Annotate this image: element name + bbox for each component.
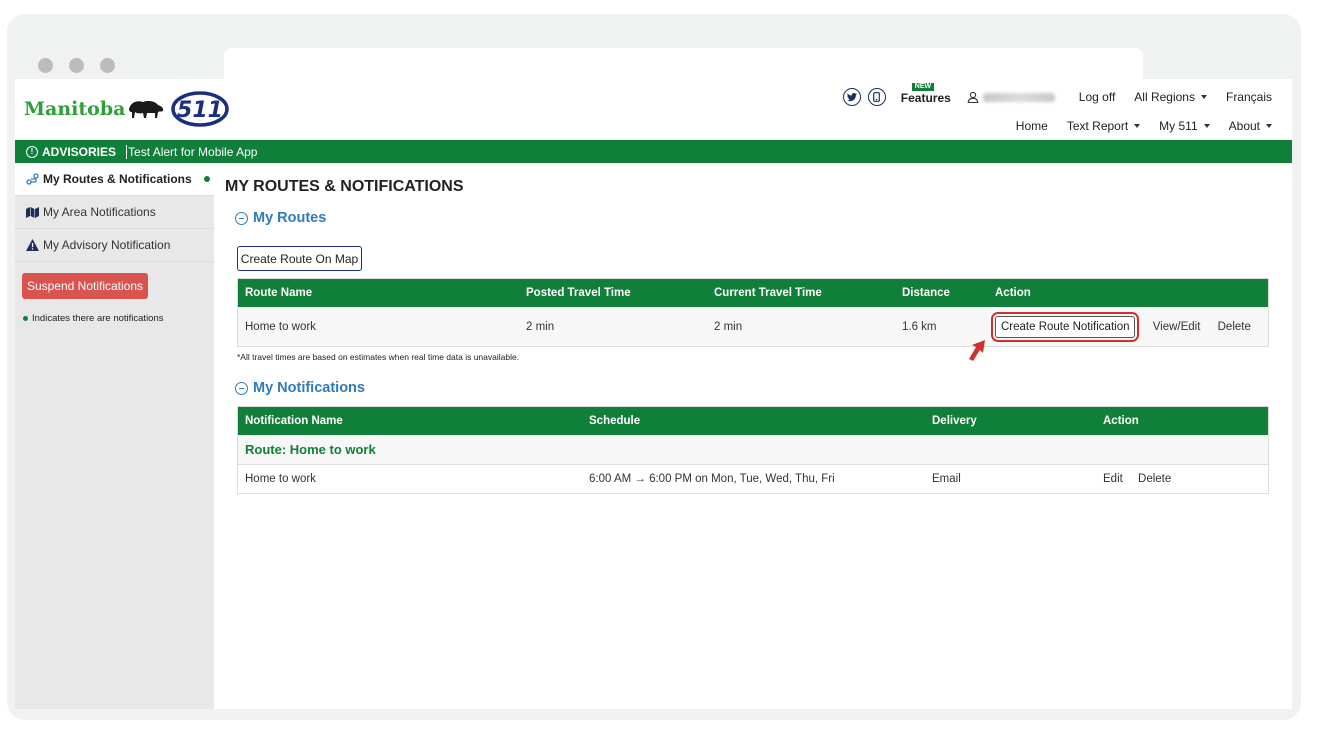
logo-text: Manitoba — [24, 98, 126, 120]
francais-link[interactable]: Français — [1226, 90, 1272, 104]
user-icon — [967, 91, 979, 103]
features-link[interactable]: NEW Features — [901, 83, 951, 105]
sidebar-item-area-notifications[interactable]: My Area Notifications — [15, 196, 214, 229]
notification-legend: Indicates there are notifications — [23, 313, 164, 324]
info-icon: ! — [26, 145, 38, 158]
create-route-notification-button[interactable]: Create Route Notification — [990, 311, 1140, 342]
warning-icon — [26, 239, 40, 251]
my-routes-heading[interactable]: My Routes — [235, 210, 326, 226]
advisory-message[interactable]: Test Alert for Mobile App — [126, 144, 257, 159]
column-header: Action — [988, 278, 1269, 307]
column-header: Notification Name — [237, 406, 582, 435]
column-header: Schedule — [582, 406, 925, 435]
my-notifications-heading[interactable]: My Notifications — [235, 380, 365, 396]
delete-route-link[interactable]: Delete — [1218, 321, 1251, 333]
log-off-link[interactable]: Log off — [1079, 90, 1115, 104]
text-report-dropdown[interactable]: Text Report — [1067, 119, 1140, 133]
edit-notification-link[interactable]: Edit — [1103, 473, 1123, 485]
window-controls — [38, 58, 115, 73]
map-icon — [26, 206, 40, 218]
notifications-table: Notification Name Schedule Delivery Acti… — [237, 406, 1269, 494]
sidebar: My Routes & Notifications My Area Notifi… — [15, 163, 214, 709]
travel-time-note: *All travel times are based on estimates… — [237, 352, 520, 362]
view-edit-link[interactable]: View/Edit — [1153, 321, 1201, 333]
close-dot[interactable] — [38, 58, 53, 73]
notification-dot — [203, 176, 210, 182]
mobile-app-icon[interactable] — [867, 88, 886, 106]
advisory-label: ADVISORIES — [42, 144, 117, 159]
bison-icon — [129, 101, 164, 118]
home-link[interactable]: Home — [1016, 119, 1048, 133]
column-header: Action — [1096, 406, 1269, 435]
advisory-bar[interactable]: ! ADVISORIES Test Alert for Mobile App — [15, 140, 1292, 163]
maximize-dot[interactable] — [100, 58, 115, 73]
red-pointer-arrow-icon — [969, 340, 985, 361]
table-header-row: Notification Name Schedule Delivery Acti… — [237, 406, 1269, 435]
username-blurred — [982, 92, 1055, 102]
collapse-icon[interactable] — [235, 381, 248, 395]
page-title: MY ROUTES & NOTIFICATIONS — [225, 178, 464, 195]
group-row: Route: Home to work — [237, 435, 1269, 465]
suspend-notifications-button[interactable]: Suspend Notifications — [22, 273, 148, 299]
logo-511-icon: 511 — [171, 91, 230, 127]
table-row: Home to work 6:00 AM → 6:00 PM on Mon, T… — [238, 465, 1269, 494]
column-header: Posted Travel Time — [519, 278, 707, 307]
minimize-dot[interactable] — [69, 58, 84, 73]
collapse-icon[interactable] — [235, 211, 248, 225]
column-header: Current Travel Time — [707, 278, 895, 307]
delete-notification-link[interactable]: Delete — [1138, 473, 1171, 485]
route-name-cell: Home to work — [237, 307, 519, 347]
sidebar-item-label: My Advisory Notification — [43, 238, 171, 252]
about-dropdown[interactable]: About — [1229, 119, 1272, 133]
all-regions-dropdown[interactable]: All Regions — [1134, 90, 1207, 104]
legend-text: Indicates there are notifications — [32, 313, 164, 324]
sidebar-item-label: My Area Notifications — [43, 205, 156, 219]
current-time-cell: 2 min — [707, 307, 895, 347]
column-header: Delivery — [925, 406, 1096, 435]
routes-table: Route Name Posted Travel Time Current Tr… — [237, 278, 1269, 347]
column-header: Route Name — [237, 278, 519, 307]
table-header-row: Route Name Posted Travel Time Current Tr… — [237, 278, 1269, 307]
create-route-on-map-button[interactable]: Create Route On Map — [237, 246, 362, 271]
schedule-cell: 6:00 AM → 6:00 PM on Mon, Tue, Wed, Thu,… — [589, 473, 835, 485]
notification-name-cell: Home to work — [245, 473, 316, 485]
twitter-icon[interactable] — [842, 88, 861, 106]
delivery-cell: Email — [932, 473, 961, 485]
sidebar-item-advisory-notification[interactable]: My Advisory Notification — [15, 229, 214, 262]
site-logo[interactable]: Manitoba 511 — [24, 91, 230, 127]
my511-dropdown[interactable]: My 511 — [1159, 119, 1209, 133]
table-row: Home to work 2 min 2 min 1.6 km Create R… — [237, 307, 1269, 347]
group-title: Route: Home to work — [237, 435, 1269, 465]
column-header: Distance — [895, 278, 988, 307]
posted-time-cell: 2 min — [519, 307, 707, 347]
route-icon — [26, 173, 40, 185]
sidebar-item-my-routes[interactable]: My Routes & Notifications — [15, 163, 214, 196]
action-cell: Create Route Notification View/Edit Dele… — [988, 307, 1269, 347]
legend-dot — [23, 316, 28, 321]
svg-text:511: 511 — [177, 98, 223, 123]
action-cell: Edit Delete — [1096, 465, 1269, 494]
new-badge: NEW — [911, 83, 935, 91]
web-page: Manitoba 511 NEW Features Log off All Re… — [15, 79, 1292, 709]
sidebar-item-label: My Routes & Notifications — [43, 172, 192, 186]
